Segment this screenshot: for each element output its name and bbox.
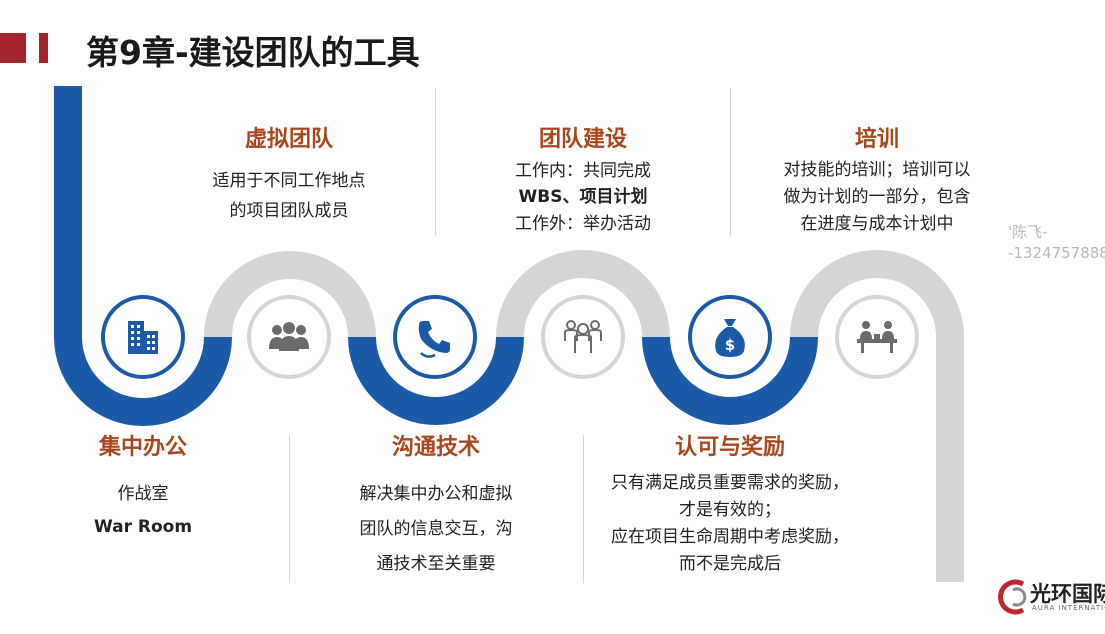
phone-icon [393,295,477,379]
separator [289,435,290,583]
people-group-icon [247,295,331,379]
team-icon [541,295,625,379]
desc-virtual-team: 适用于不同工作地点 的项目团队成员 [212,171,366,221]
svg-text:$: $ [725,336,735,354]
desc-training: 对技能的培训；培训可以 做为计划的一部分，包含 在进度与成本计划中 [783,160,971,235]
heading-training: 培训 [854,127,899,152]
logo-subtitle: AURA INTERNATIONAL [1032,604,1105,612]
money-bag-icon: $ [688,295,772,379]
desc-communication-tech: 解决集中办公和虚拟 团队的信息交互，沟 通技术至关重要 [359,484,513,574]
heading-team-building: 团队建设 [538,127,627,152]
training-icon [835,295,919,379]
heading-colocation: 集中办公 [98,435,187,460]
desc-colocation: 作战室 War Room [93,484,193,538]
watermark: '陈飞- -13247578885 [1008,223,1105,262]
separator [730,88,731,236]
desc-recognition-rewards: 只有满足成员重要需求的奖励， 才是有效的； 应在项目生命周期中考虑奖励， 而不是… [611,473,849,574]
heading-recognition-rewards: 认可与奖励 [674,435,785,460]
separator [435,88,436,236]
heading-communication-tech: 沟通技术 [391,435,480,460]
building-icon [101,295,185,379]
desc-team-building: 工作内：共同完成 WBS、项目计划 工作外：举办活动 [515,161,651,234]
heading-virtual-team: 虚拟团队 [244,127,333,152]
slide: 第9章-建设团队的工具 $ 虚拟团队 适用于不同工作地点 的项目团队成员 团队建… [0,0,1105,634]
